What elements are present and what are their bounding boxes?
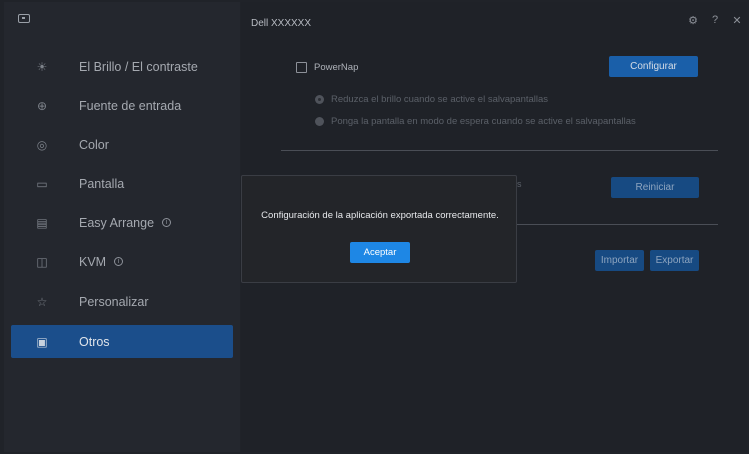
sidebar-item-label: El Brillo / El contraste (79, 59, 198, 74)
input-source-icon: ⊕ (36, 98, 48, 113)
sidebar-item-input-source[interactable]: ⊕ Fuente de entrada (11, 89, 233, 122)
sidebar-item-others[interactable]: ▣ Otros (11, 325, 233, 358)
accept-button[interactable]: Aceptar (350, 242, 410, 263)
sidebar-item-color[interactable]: ◎ Color (11, 128, 233, 161)
easy-arrange-icon: ▤ (36, 215, 48, 230)
radio-label: Reduzca el brillo cuando se active el sa… (331, 94, 549, 105)
sidebar-item-personalize[interactable]: ☆ Personalizar (11, 285, 233, 318)
window-title: Dell XXXXXX (251, 18, 312, 29)
radio-dim-brightness[interactable] (315, 95, 324, 104)
powernap-label: PowerNap (314, 62, 359, 73)
sidebar-item-kvm[interactable]: ◫ KVM i (11, 245, 233, 278)
sidebar-item-label: Otros (79, 334, 110, 349)
sidebar-item-label: Color (79, 137, 109, 152)
sidebar-item-label: Personalizar (79, 294, 149, 309)
sidebar-item-label: Fuente de entrada (79, 98, 182, 113)
radio-label: Ponga la pantalla en modo de espera cuan… (331, 116, 636, 127)
reset-button[interactable]: Reiniciar (611, 177, 699, 198)
dialog-message: Configuración de la aplicación exportada… (261, 210, 499, 221)
radio-standby[interactable] (315, 117, 324, 126)
export-success-dialog: Configuración de la aplicación exportada… (241, 175, 517, 283)
brightness-icon: ☀ (36, 59, 48, 74)
info-icon[interactable]: i (114, 257, 124, 266)
help-icon[interactable]: ? (709, 14, 721, 27)
sidebar-item-label: KVM (79, 254, 107, 269)
monitor-settings-icon[interactable] (18, 14, 30, 23)
sidebar-item-brightness[interactable]: ☀ El Brillo / El contraste (11, 50, 233, 83)
window-controls: ⚙ ? ✕ (687, 14, 743, 27)
sidebar-item-easy-arrange[interactable]: ▤ Easy Arrange i (11, 206, 233, 239)
sidebar: ☀ El Brillo / El contraste ⊕ Fuente de e… (4, 2, 240, 452)
star-icon: ☆ (36, 294, 48, 309)
others-icon: ▣ (36, 334, 48, 349)
reset-label-fragment: s (517, 179, 522, 189)
divider (281, 150, 718, 151)
export-button[interactable]: Exportar (650, 250, 699, 271)
color-palette-icon: ◎ (36, 137, 48, 152)
info-icon[interactable]: i (162, 218, 172, 227)
sidebar-item-display[interactable]: ▭ Pantalla (11, 167, 233, 200)
sidebar-item-label: Easy Arrange (79, 215, 155, 230)
settings-gear-icon[interactable]: ⚙ (687, 14, 699, 27)
powernap-checkbox[interactable] (296, 62, 307, 73)
import-button[interactable]: Importar (595, 250, 644, 271)
close-icon[interactable]: ✕ (731, 14, 743, 27)
app-window: ☀ El Brillo / El contraste ⊕ Fuente de e… (0, 0, 749, 454)
kvm-icon: ◫ (36, 254, 48, 269)
monitor-icon: ▭ (36, 176, 48, 191)
sidebar-item-label: Pantalla (79, 176, 125, 191)
configure-button[interactable]: Configurar (609, 56, 698, 77)
